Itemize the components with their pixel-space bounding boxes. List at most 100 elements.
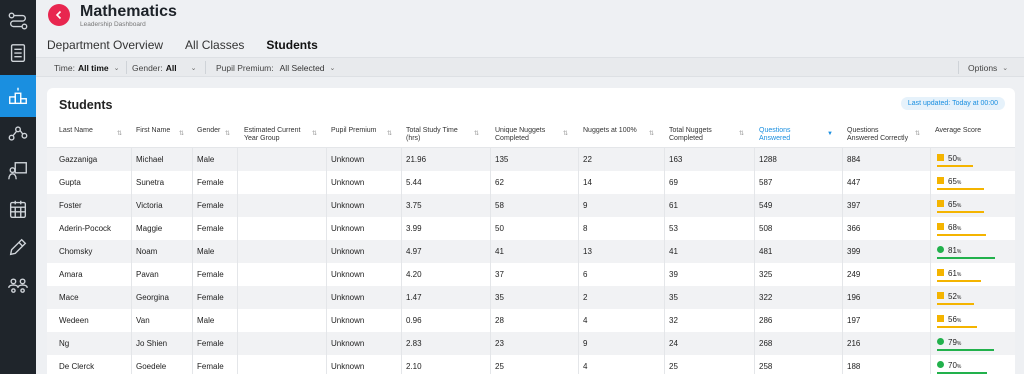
column-header-gender[interactable]: Gender ⇅ xyxy=(197,122,237,146)
cell-gender: Female xyxy=(197,293,224,302)
students-card: Students Last updated: Today at 00:00 La… xyxy=(47,88,1015,374)
column-header-pupil-premium[interactable]: Pupil Premium ⇅ xyxy=(331,122,399,146)
filter-divider xyxy=(958,61,959,74)
cell-gender: Female xyxy=(197,178,224,187)
chevron-left-icon xyxy=(55,10,62,20)
average-score-value: 81 xyxy=(948,246,957,255)
cell-unique: 50 xyxy=(495,224,504,233)
column-header-total-study-time-hrs[interactable]: Total Study Time (hrs) ⇅ xyxy=(406,122,486,146)
cell-answered: 481 xyxy=(759,247,773,256)
sidebar-item-calendar[interactable] xyxy=(0,188,36,230)
cell-first: Maggie xyxy=(136,224,163,233)
gender-filter[interactable]: Gender: All ⌄ xyxy=(132,63,196,73)
cell-answered: 268 xyxy=(759,339,773,348)
column-divider xyxy=(131,148,132,374)
sort-icon: ⇅ xyxy=(225,131,231,137)
cell-answered: 587 xyxy=(759,178,773,187)
cell-unique: 35 xyxy=(495,293,504,302)
average-score-value: 68 xyxy=(948,223,957,232)
column-header-label: Estimated Current Year Group xyxy=(244,127,301,142)
cell-premium: Unknown xyxy=(331,201,365,210)
network-icon xyxy=(8,126,28,141)
column-header-label: Total Study Time (hrs) xyxy=(406,127,458,142)
sort-icon: ⇅ xyxy=(179,131,185,137)
percent-sign: % xyxy=(956,272,962,278)
cell-full: 14 xyxy=(583,178,592,187)
sidebar-item-pencil[interactable] xyxy=(0,226,36,268)
column-header-unique-nuggets-completed[interactable]: Unique Nuggets Completed ⇅ xyxy=(495,122,575,146)
cell-total: 41 xyxy=(669,247,678,256)
percent-sign: % xyxy=(956,364,962,370)
cell-correct: 197 xyxy=(847,316,861,325)
cell-total: 32 xyxy=(669,316,678,325)
column-header-questions-answered[interactable]: Questions Answered ▼ xyxy=(759,122,839,146)
sidebar-item-group[interactable] xyxy=(0,265,36,307)
column-divider xyxy=(754,148,755,374)
cell-premium: Unknown xyxy=(331,339,365,348)
cell-full: 22 xyxy=(583,155,592,164)
cell-unique: 25 xyxy=(495,362,504,371)
pupil-premium-filter[interactable]: Pupil Premium: All Selected ⌄ xyxy=(216,63,335,73)
tab-bar: Department Overview All Classes Students xyxy=(47,38,340,60)
presenter-icon xyxy=(8,162,27,180)
sidebar-item-network[interactable] xyxy=(0,112,36,154)
cell-first: Jo Shien xyxy=(136,339,168,348)
podium-icon xyxy=(9,87,27,105)
average-score-value: 50 xyxy=(948,154,957,163)
back-button[interactable] xyxy=(48,4,70,26)
cell-premium: Unknown xyxy=(331,247,365,256)
cell-correct: 884 xyxy=(847,155,861,164)
cell-answered: 322 xyxy=(759,293,773,302)
percent-sign: % xyxy=(956,157,962,163)
cell-unique: 58 xyxy=(495,201,504,210)
column-header-total-nuggets-completed[interactable]: Total Nuggets Completed ⇅ xyxy=(669,122,751,146)
cell-gender: Female xyxy=(197,270,224,279)
filter-bar: Time: All time ⌄ Gender: All ⌄ Pupil Pre… xyxy=(36,57,1024,77)
column-header-average-score[interactable]: Average Score xyxy=(935,122,1010,146)
page-subtitle: Leadership Dashboard xyxy=(80,21,146,28)
column-header-label: Total Nuggets Completed xyxy=(669,127,712,142)
cell-last: Aderin-Pocock xyxy=(59,224,112,233)
sidebar-item-podium[interactable] xyxy=(0,75,36,117)
tab-all-classes[interactable]: All Classes xyxy=(185,38,244,56)
sidebar-item-presenter[interactable] xyxy=(0,150,36,192)
cell-premium: Unknown xyxy=(331,224,365,233)
column-header-nuggets-at-100[interactable]: Nuggets at 100% ⇅ xyxy=(583,122,661,146)
column-divider xyxy=(578,148,579,374)
column-header-label: Unique Nuggets Completed xyxy=(495,127,546,142)
score-square-icon xyxy=(937,269,944,276)
gender-filter-value: All xyxy=(165,63,177,73)
column-divider xyxy=(930,148,931,374)
tab-students[interactable]: Students xyxy=(266,38,319,60)
column-header-label: Questions Answered Correctly xyxy=(847,127,909,142)
column-header-questions-answered-correctly[interactable]: Questions Answered Correctly ⇅ xyxy=(847,122,927,146)
cell-gender: Female xyxy=(197,201,224,210)
cell-study: 4.20 xyxy=(406,270,422,279)
cell-first: Georgina xyxy=(136,293,169,302)
column-divider xyxy=(401,148,402,374)
column-header-first-name[interactable]: First Name ⇅ xyxy=(136,122,191,146)
column-header-label: Pupil Premium xyxy=(331,127,377,134)
column-header-label: Average Score xyxy=(935,127,982,134)
column-header-estimated-current-year-group[interactable]: Estimated Current Year Group ⇅ xyxy=(244,122,324,146)
average-score-bar xyxy=(937,326,977,328)
cell-first: Pavan xyxy=(136,270,159,279)
chevron-down-icon: ⌄ xyxy=(329,65,336,72)
average-score: 81% xyxy=(948,246,961,255)
cell-first: Victoria xyxy=(136,201,163,210)
cell-total: 39 xyxy=(669,270,678,279)
sidebar xyxy=(0,0,36,374)
time-filter[interactable]: Time: All time ⌄ xyxy=(54,63,120,73)
cell-first: Noam xyxy=(136,247,158,256)
cell-correct: 399 xyxy=(847,247,861,256)
options-button[interactable]: Options ⌄ xyxy=(968,63,1008,73)
sidebar-item-list[interactable] xyxy=(0,32,36,74)
cell-first: Goedele xyxy=(136,362,167,371)
column-header-last-name[interactable]: Last Name ⇅ xyxy=(59,122,129,146)
tab-department-overview[interactable]: Department Overview xyxy=(47,38,163,56)
cell-answered: 286 xyxy=(759,316,773,325)
average-score-bar xyxy=(937,349,994,351)
flow-icon xyxy=(8,12,28,30)
sort-icon: ⇅ xyxy=(915,131,921,137)
page-title: Mathematics xyxy=(80,3,177,20)
